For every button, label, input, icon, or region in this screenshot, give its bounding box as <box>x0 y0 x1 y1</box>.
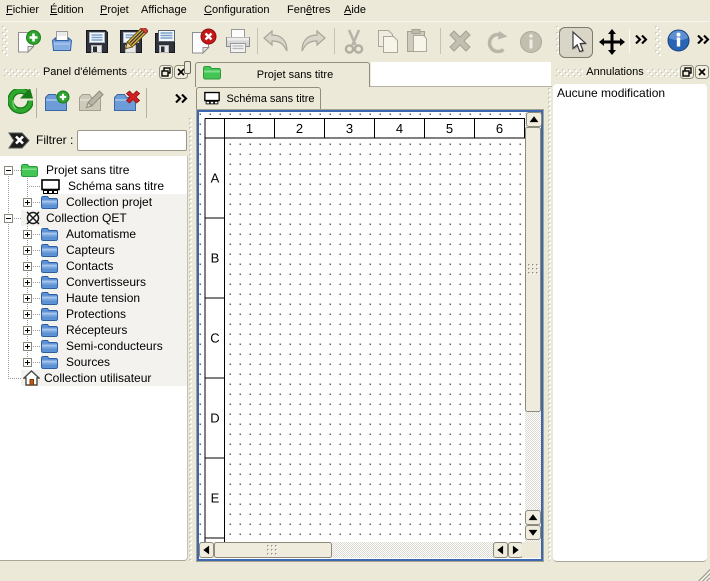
svg-text:1: 1 <box>246 121 253 136</box>
svg-text:2: 2 <box>296 121 303 136</box>
svg-text:3: 3 <box>346 121 353 136</box>
svg-text:A: A <box>211 171 220 186</box>
svg-text:C: C <box>210 331 219 346</box>
svg-text:5: 5 <box>446 121 453 136</box>
svg-text:4: 4 <box>396 121 403 136</box>
svg-text:B: B <box>211 251 220 266</box>
svg-text:E: E <box>211 491 220 506</box>
svg-text:6: 6 <box>496 121 503 136</box>
svg-text:D: D <box>210 411 219 426</box>
